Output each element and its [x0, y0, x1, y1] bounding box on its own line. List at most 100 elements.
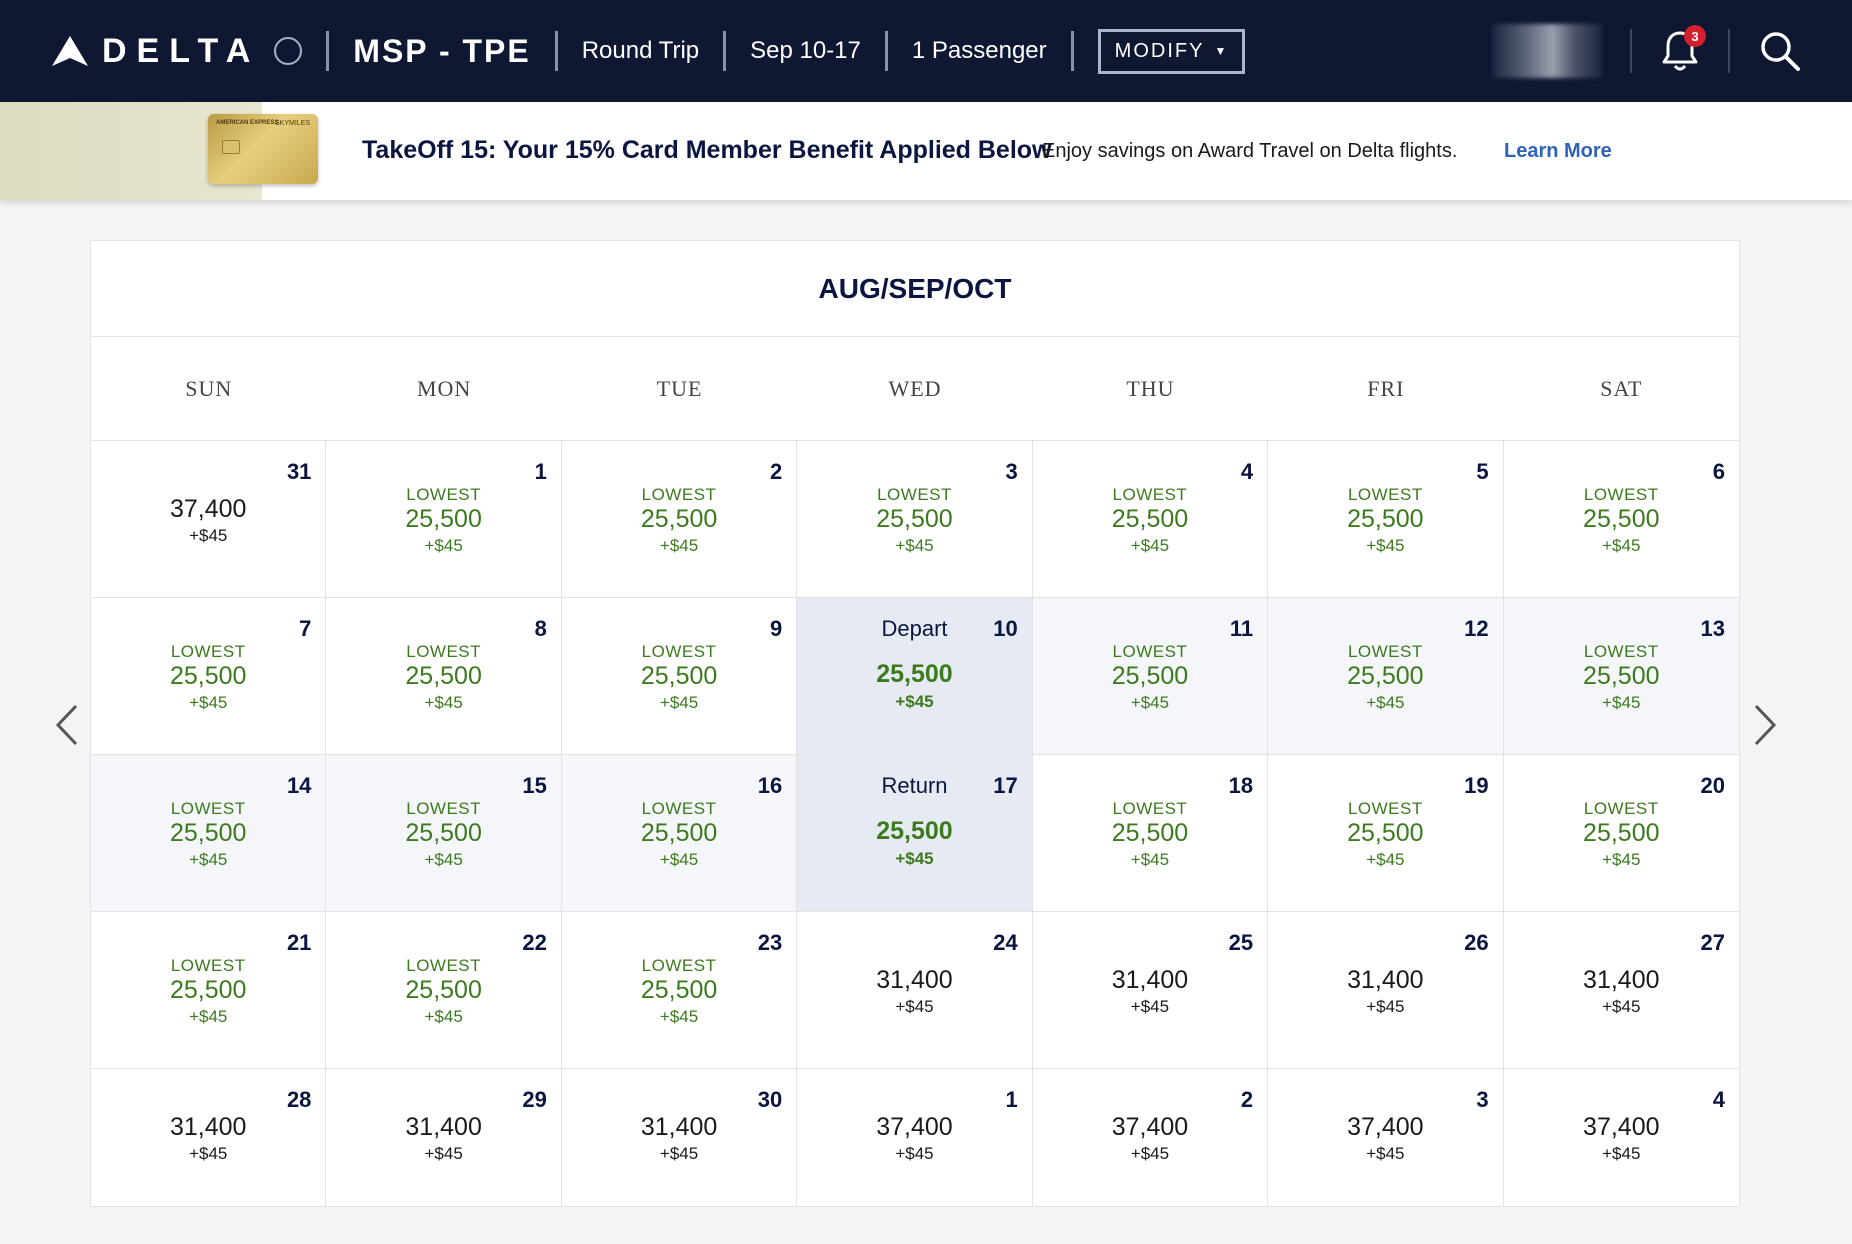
day-number: 14 [286, 773, 312, 798]
delta-logo[interactable]: DELTA [52, 32, 303, 71]
miles-price: 25,500 [640, 505, 718, 533]
miles-price: 25,500 [1111, 819, 1189, 847]
miles-price: 37,400 [876, 1113, 953, 1141]
day-number: 22 [522, 930, 547, 955]
lowest-fare-tag: LOWEST [1583, 799, 1659, 818]
day-number: 11 [1229, 616, 1254, 641]
calendar-day-cell[interactable]: 29 31,400 +$45 [326, 1069, 562, 1206]
day-number: 7 [299, 616, 312, 641]
calendar-day-cell[interactable]: 2 37,400 +$45 [1032, 1069, 1269, 1206]
lowest-fare-tag: LOWEST [641, 642, 717, 661]
calendar-day-cell[interactable]: 19 LOWEST 25,500 +$45 [1268, 755, 1504, 912]
calendar-day-cell[interactable]: 26 31,400 +$45 [1268, 912, 1504, 1069]
day-number: 3 [1005, 459, 1018, 484]
calendar-day-cell[interactable]: 3 LOWEST 25,500 +$45 [797, 441, 1033, 598]
day-number: 28 [286, 1087, 312, 1112]
calendar-day-cell[interactable]: 21 LOWEST 25,500 +$45 [91, 912, 327, 1069]
header-divider [1070, 31, 1074, 71]
calendar-day-cell[interactable]: 30 31,400 +$45 [561, 1069, 798, 1206]
calendar-day-cell[interactable]: 4 37,400 +$45 [1503, 1069, 1739, 1206]
calendar-day-cell[interactable]: 1 37,400 +$45 [797, 1069, 1033, 1206]
calendar-day-cell[interactable]: 3 37,400 +$45 [1268, 1069, 1504, 1206]
modify-search-button[interactable]: MODIFY ▼ [1097, 28, 1246, 74]
next-month-arrow-icon[interactable] [1750, 700, 1780, 750]
taxes-fees: +$45 [189, 1144, 228, 1163]
calendar-day-cell[interactable]: 16 LOWEST 25,500 +$45 [561, 755, 798, 912]
miles-price: 25,500 [876, 505, 953, 533]
lowest-fare-tag: LOWEST [1347, 485, 1423, 504]
selected-date-cell[interactable]: Depart 10 25,500 +$45 [797, 598, 1033, 755]
miles-price: 25,500 [1347, 505, 1424, 533]
calendar-day-cell[interactable]: 20 LOWEST 25,500 +$45 [1503, 755, 1739, 912]
taxes-fees: +$45 [659, 693, 699, 712]
miles-price: 25,500 [1347, 662, 1424, 690]
taxes-fees: +$45 [1366, 693, 1405, 712]
miles-price: 25,500 [405, 505, 482, 533]
taxes-fees: +$45 [1602, 850, 1641, 869]
calendar-day-cell[interactable]: 28 31,400 +$45 [91, 1069, 327, 1206]
miles-price: 25,500 [1111, 662, 1189, 690]
search-icon[interactable] [1758, 29, 1802, 73]
calendar-day-cell[interactable]: 9 LOWEST 25,500 +$45 [561, 598, 798, 755]
miles-price: 25,500 [640, 819, 718, 847]
calendar-day-cell[interactable]: 31 37,400 +$45 [91, 441, 327, 598]
day-number: 10 [993, 616, 1018, 641]
taxes-fees: +$45 [1602, 997, 1641, 1016]
calendar-day-cell[interactable]: 1 LOWEST 25,500 +$45 [326, 441, 562, 598]
calendar-day-cell[interactable]: 11 LOWEST 25,500 +$45 [1032, 598, 1269, 755]
calendar-day-cell[interactable]: 24 31,400 +$45 [797, 912, 1033, 1069]
calendar-day-cell[interactable]: 2 LOWEST 25,500 +$45 [561, 441, 798, 598]
lowest-fare-tag: LOWEST [170, 956, 246, 975]
card-chip-icon [222, 140, 240, 154]
calendar-day-cell[interactable]: 22 LOWEST 25,500 +$45 [326, 912, 562, 1069]
miles-price: 31,400 [169, 1113, 247, 1141]
calendar-day-cell[interactable]: 27 31,400 +$45 [1503, 912, 1739, 1069]
lowest-fare-tag: LOWEST [170, 642, 246, 661]
calendar-day-cell[interactable]: 8 LOWEST 25,500 +$45 [326, 598, 562, 755]
taxes-fees: +$45 [659, 850, 699, 869]
trip-dates-text: Sep 10-17 [750, 37, 861, 64]
day-number: 27 [1700, 930, 1725, 955]
taxes-fees: +$45 [424, 536, 463, 555]
account-menu-avatar[interactable] [1492, 24, 1602, 78]
calendar-day-cell[interactable]: 4 LOWEST 25,500 +$45 [1032, 441, 1269, 598]
selected-date-cell[interactable]: Return 17 25,500 +$45 [797, 755, 1033, 912]
promo-banner: AMERICAN EXPRESS SKYMILES TakeOff 15: Yo… [0, 102, 1852, 200]
header-divider [326, 31, 330, 71]
calendar-day-cell[interactable]: 14 LOWEST 25,500 +$45 [91, 755, 327, 912]
miles-price: 25,500 [169, 819, 247, 847]
calendar-day-cell[interactable]: 12 LOWEST 25,500 +$45 [1268, 598, 1504, 755]
weekday-label: THU [1126, 375, 1175, 401]
calendar-day-cell[interactable]: 23 LOWEST 25,500 +$45 [561, 912, 798, 1069]
calendar-day-cell[interactable]: 7 LOWEST 25,500 +$45 [91, 598, 327, 755]
promo-description: Enjoy savings on Award Travel on Delta f… [1042, 140, 1458, 162]
taxes-fees: +$45 [1130, 850, 1170, 869]
calendar-day-cell[interactable]: 5 LOWEST 25,500 +$45 [1268, 441, 1504, 598]
weekday-label: TUE [656, 375, 703, 401]
calendar-day-cell[interactable]: 6 LOWEST 25,500 +$45 [1503, 441, 1739, 598]
weekday-header-row: SUN MON TUE WED THU FRI SAT [91, 337, 1739, 441]
notifications-button[interactable]: 3 [1660, 25, 1706, 73]
lowest-fare-tag: LOWEST [641, 956, 717, 975]
calendar-day-cell[interactable]: 18 LOWEST 25,500 +$45 [1032, 755, 1269, 912]
modify-label: MODIFY [1114, 39, 1205, 62]
weekday-label: MON [416, 375, 472, 401]
miles-price: 31,400 [1111, 966, 1189, 994]
taxes-fees: +$45 [424, 693, 463, 712]
taxes-fees: +$45 [659, 1007, 699, 1026]
miles-price: 25,500 [876, 660, 953, 688]
learn-more-link[interactable]: Learn More [1504, 140, 1612, 163]
taxes-fees: +$45 [424, 850, 463, 869]
miles-price: 25,500 [876, 817, 953, 845]
calendar-day-cell[interactable]: 25 31,400 +$45 [1032, 912, 1269, 1069]
day-number: 4 [1712, 1087, 1725, 1112]
miles-price: 37,400 [169, 495, 247, 523]
previous-month-arrow-icon[interactable] [52, 700, 82, 750]
lowest-fare-tag: LOWEST [641, 799, 717, 818]
calendar-day-cell[interactable]: 13 LOWEST 25,500 +$45 [1503, 598, 1739, 755]
calendar-day-cell[interactable]: 15 LOWEST 25,500 +$45 [326, 755, 562, 912]
miles-price: 25,500 [640, 976, 718, 1004]
header-divider [554, 31, 558, 71]
lowest-fare-tag: LOWEST [406, 642, 482, 661]
taxes-fees: +$45 [1130, 997, 1170, 1016]
